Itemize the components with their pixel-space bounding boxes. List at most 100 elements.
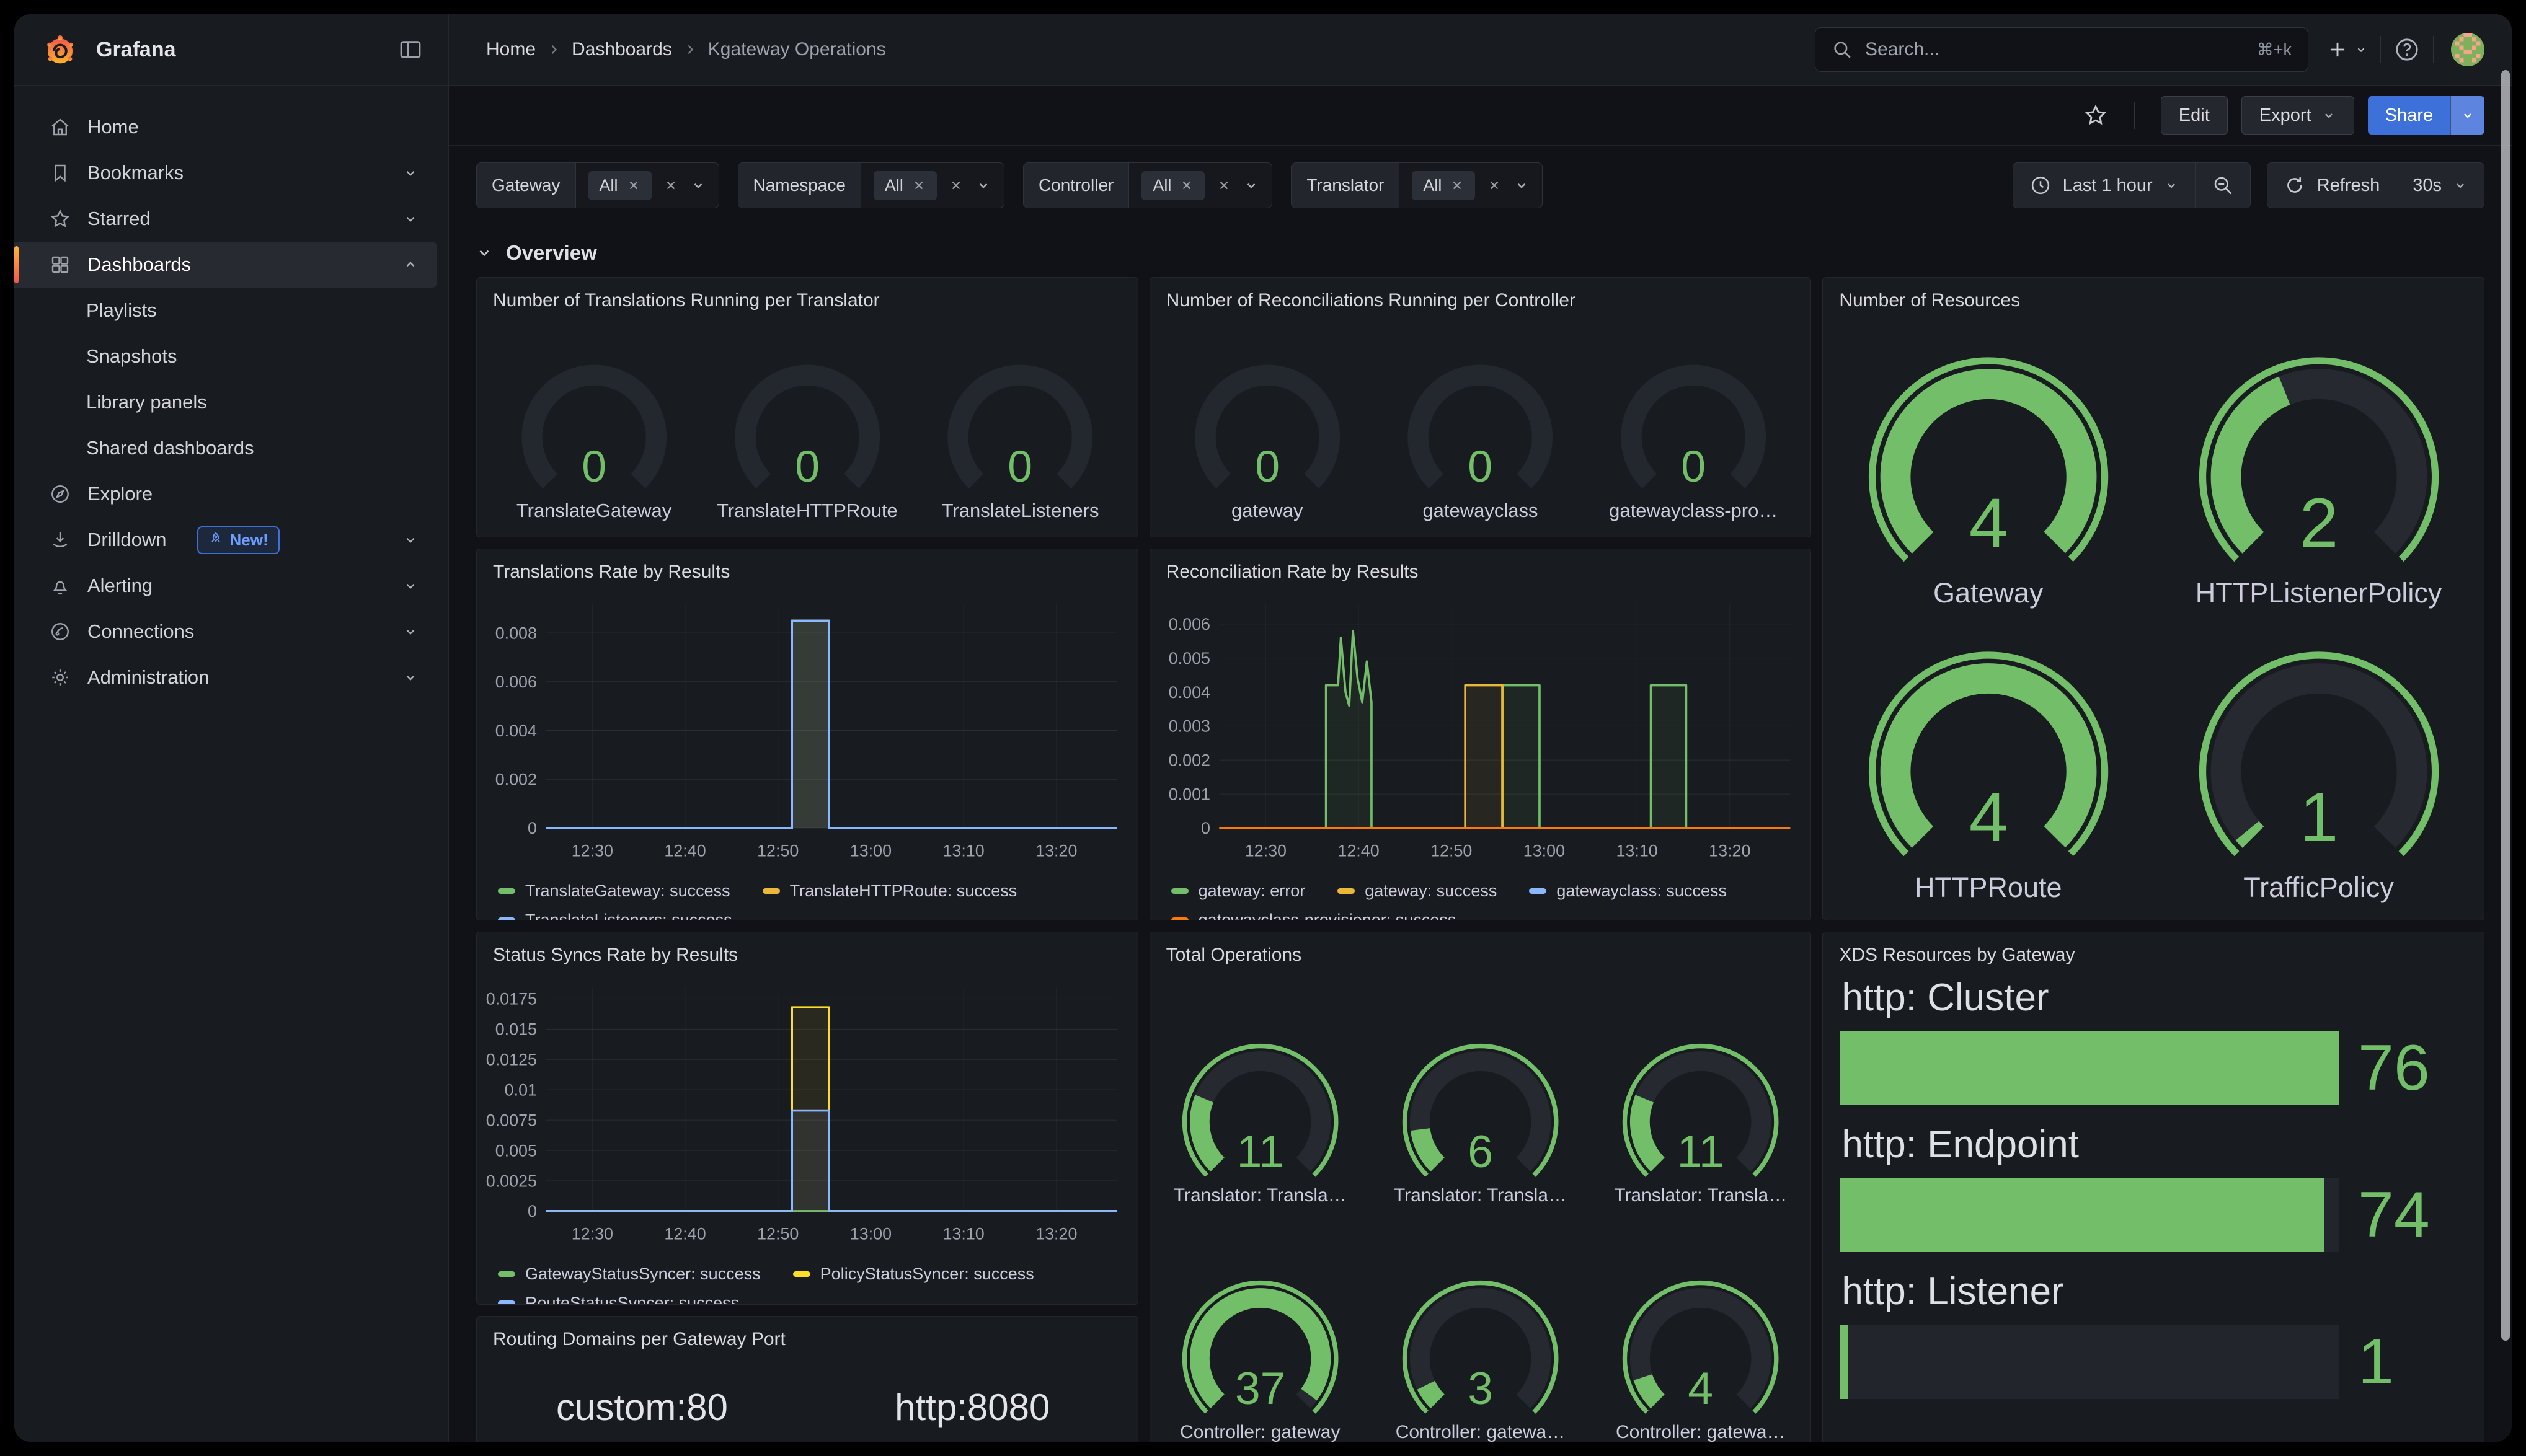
gauge-label: TrafficPolicy [2243,871,2394,904]
edit-button[interactable]: Edit [2161,96,2228,135]
refresh-button[interactable]: Refresh [2267,163,2396,208]
breadcrumb-dashboards[interactable]: Dashboards [572,39,672,60]
panel-title[interactable]: Total Operations [1150,932,1811,969]
avatar[interactable] [2451,33,2484,66]
filter-value-chip[interactable]: All [588,171,652,200]
gauge-label: Controller: gateway [1180,1422,1340,1442]
panel-title[interactable]: Reconciliation Rate by Results [1150,549,1811,586]
svg-text:12:30: 12:30 [572,1224,613,1243]
star-icon[interactable] [2083,103,2108,128]
panel-status-syncs-rate: Status Syncs Rate by Results 00.00250.00… [476,932,1138,1305]
filter-value-chip[interactable]: All [874,171,937,200]
panel-routing-domains: Routing Domains per Gateway Port custom:… [476,1316,1138,1442]
help-icon[interactable] [2393,36,2421,63]
sidebar-item-playlists[interactable]: Playlists [14,288,437,333]
legend-item-gateway-error[interactable]: gateway: error [1171,881,1306,901]
time-range-picker[interactable]: Last 1 hour [2013,163,2195,208]
refresh-interval-picker[interactable]: 30s [2396,163,2484,208]
filter-value-chip[interactable]: All [1141,171,1205,200]
panel-reconciliations-running: Number of Reconciliations Running per Co… [1150,277,1812,537]
sidebar-item-connections[interactable]: Connections [14,609,437,655]
legend-item-routestatussyncer-success[interactable]: RouteStatusSyncer: success [498,1294,739,1305]
sidebar-item-explore[interactable]: Explore [14,471,437,517]
gauge-label: HTTPRoute [1915,871,2062,904]
chevron-down-icon[interactable] [1243,177,1259,193]
scrollbar[interactable] [2501,70,2510,1341]
sidebar-item-administration[interactable]: Administration [14,655,437,700]
panel-title[interactable]: Number of Translations Running per Trans… [477,278,1138,315]
search-input[interactable] [1864,38,2246,61]
search-bar[interactable]: ⌘+k [1815,27,2308,72]
legend-item-translategateway-success[interactable]: TranslateGateway: success [498,881,730,901]
legend-item-translatelisteners-success[interactable]: TranslateListeners: success [498,911,732,920]
svg-text:0: 0 [528,1202,537,1220]
sidebar-item-home[interactable]: Home [14,104,437,150]
gauge-label: HTTPListenerPolicy [2196,577,2442,609]
zoom-out-button[interactable] [2195,163,2250,208]
dashboard-content: Overview Number of Translations Running … [449,225,2512,1442]
panel-title[interactable]: XDS Resources by Gateway [1823,932,2484,969]
gauge-label: Translator: Transla… [1394,1185,1567,1206]
remove-value-icon[interactable] [627,179,640,192]
sidebar-item-label: Snapshots [86,345,177,368]
legend-item-policystatussyncer-success[interactable]: PolicyStatusSyncer: success [793,1264,1034,1284]
gauge-label: gateway [1231,500,1303,522]
share-button[interactable]: Share [2368,96,2484,135]
sidebar-item-drilldown[interactable]: DrilldownNew! [14,517,437,563]
clear-filter-icon[interactable] [1217,179,1231,192]
chevron-up-icon [402,257,419,273]
legend-item-gateway-success[interactable]: gateway: success [1337,881,1497,901]
breadcrumb-home[interactable]: Home [486,39,536,60]
legend-item-gatewayclass-provisioner-success[interactable]: gatewayclass-provisioner: success [1171,911,1456,920]
remove-value-icon[interactable] [912,179,926,192]
filter-value-chip[interactable]: All [1412,171,1475,200]
gauge-translategateway: 0TranslateGateway [493,351,694,522]
sidebar-item-snapshots[interactable]: Snapshots [14,333,437,379]
time-controls: Last 1 hour Refresh 30s [2013,162,2484,208]
svg-text:0: 0 [1681,442,1706,492]
remove-value-icon[interactable] [1450,179,1464,192]
sidebar-item-label: Shared dashboards [86,437,254,459]
bar-track [1840,1178,2339,1252]
divider [2380,36,2381,63]
legend-item-gatewayclass-success[interactable]: gatewayclass: success [1529,881,1727,901]
chevron-down-icon[interactable] [690,177,706,193]
clear-filter-icon[interactable] [949,179,963,192]
gauge-httplistenerpolicy: 2 HTTPListenerPolicy [2160,342,2478,609]
clear-filter-icon[interactable] [1487,179,1501,192]
svg-text:4: 4 [1688,1363,1713,1414]
sidebar-item-shared-dashboards[interactable]: Shared dashboards [14,425,437,471]
clear-filter-icon[interactable] [664,179,678,192]
share-menu-caret[interactable] [2450,96,2484,135]
panel-title[interactable]: Routing Domains per Gateway Port [477,1317,1138,1354]
remove-value-icon[interactable] [1180,179,1194,192]
top-bar: Home Dashboards Kgateway Operations ⌘+k [449,14,2512,86]
collapse-sidebar-icon[interactable] [397,37,423,63]
panel-reconciliation-rate: Reconciliation Rate by Results 00.0010.0… [1150,549,1812,920]
chevron-down-icon[interactable] [1513,177,1530,193]
sidebar-item-bookmarks[interactable]: Bookmarks [14,150,437,196]
sidebar-item-alerting[interactable]: Alerting [14,563,437,609]
svg-text:2: 2 [2299,483,2338,562]
grafana-logo-icon [43,32,78,67]
row-overview-toggle[interactable]: Overview [476,229,2484,277]
sidebar-item-library-panels[interactable]: Library panels [14,379,437,425]
legend-item-gatewaystatussyncer-success[interactable]: GatewayStatusSyncer: success [498,1264,761,1284]
bar-value: 76 [2358,1036,2466,1100]
sidebar-item-dashboards[interactable]: Dashboards [14,242,437,288]
panel-title[interactable]: Translations Rate by Results [477,549,1138,586]
bar-track [1840,1031,2339,1105]
gauge-trafficpolicy: 1TrafficPolicy [2160,637,2478,904]
svg-text:4: 4 [1969,483,2008,562]
sidebar-item-starred[interactable]: Starred [14,196,437,242]
rocket-icon [208,531,223,550]
legend-item-translatehttproute-success[interactable]: TranslateHTTPRoute: success [763,881,1017,901]
gauge-translator-transla: 6Translator: Transla… [1375,1034,1586,1206]
panel-title[interactable]: Number of Resources [1823,278,2484,315]
add-button[interactable] [2326,38,2368,61]
svg-text:0.008: 0.008 [495,624,537,642]
chevron-down-icon[interactable] [975,177,991,193]
export-button[interactable]: Export [2241,96,2354,135]
panel-title[interactable]: Number of Reconciliations Running per Co… [1150,278,1811,315]
panel-title[interactable]: Status Syncs Rate by Results [477,932,1138,969]
